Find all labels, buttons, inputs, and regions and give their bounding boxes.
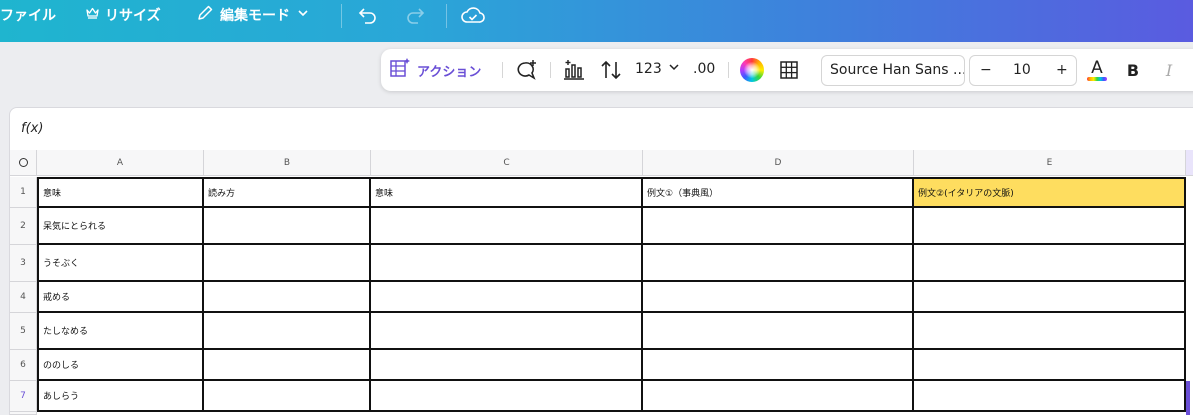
borders-grid-icon[interactable] xyxy=(777,58,801,82)
cell-d7[interactable] xyxy=(643,381,914,412)
header-divider xyxy=(446,4,447,28)
action-button[interactable]: アクション xyxy=(389,57,481,83)
column-header-c[interactable]: C xyxy=(371,150,643,176)
row-header-7[interactable]: 7 xyxy=(10,381,37,412)
italic-button[interactable]: I xyxy=(1157,58,1181,82)
file-menu[interactable]: ファイル xyxy=(0,0,56,30)
cell-c2[interactable] xyxy=(371,208,643,245)
cell-b2[interactable] xyxy=(204,208,371,245)
cell-b4[interactable] xyxy=(204,282,371,313)
cell-c6[interactable] xyxy=(371,350,643,381)
top-header-bar: ファイル リサイズ 編集モード xyxy=(0,0,1193,42)
cell-b6[interactable] xyxy=(204,350,371,381)
cell-b3[interactable] xyxy=(204,245,371,282)
cell-a7[interactable]: あしらう xyxy=(37,381,204,412)
sort-icon[interactable] xyxy=(599,58,623,82)
edit-mode-label: 編集モード xyxy=(220,8,290,24)
cell-c5[interactable] xyxy=(371,313,643,350)
row-header-5[interactable]: 5 xyxy=(10,313,37,350)
font-size-decrease-button[interactable]: − xyxy=(980,62,992,78)
cell-b5[interactable] xyxy=(204,313,371,350)
row-header-1[interactable]: 1 xyxy=(10,177,37,208)
cell-d3[interactable] xyxy=(643,245,914,282)
cell-c3[interactable] xyxy=(371,245,643,282)
chart-add-icon[interactable] xyxy=(562,58,586,82)
cell-e3[interactable] xyxy=(914,245,1186,282)
chevron-down-icon xyxy=(296,6,310,24)
cell-d5[interactable] xyxy=(643,313,914,350)
italic-label: I xyxy=(1165,60,1173,80)
cell-e1[interactable]: 例文②(イタリアの文脈) xyxy=(914,177,1186,208)
edit-mode-dropdown[interactable]: 編集モード xyxy=(196,0,310,30)
formula-label: f(x) xyxy=(21,121,44,136)
cell-e2[interactable] xyxy=(914,208,1186,245)
font-size-value[interactable]: 10 xyxy=(1013,62,1031,78)
circle-icon xyxy=(18,158,28,167)
chevron-down-icon xyxy=(668,61,680,77)
cell-d6[interactable] xyxy=(643,350,914,381)
magic-table-icon xyxy=(389,57,411,83)
cell-b7[interactable] xyxy=(204,381,371,412)
redo-icon[interactable] xyxy=(403,3,427,27)
column-header-b[interactable]: B xyxy=(204,150,371,176)
row-header-2[interactable]: 2 xyxy=(10,208,37,245)
cell-a6[interactable]: ののしる xyxy=(37,350,204,381)
row-header-3[interactable]: 3 xyxy=(10,245,37,282)
color-wheel-icon[interactable] xyxy=(740,58,764,82)
cloud-check-icon[interactable] xyxy=(461,3,485,27)
undo-icon[interactable] xyxy=(356,3,380,27)
cell-e6[interactable] xyxy=(914,350,1186,381)
resize-label: リサイズ xyxy=(105,8,161,24)
cell-c4[interactable] xyxy=(371,282,643,313)
file-menu-label: ファイル xyxy=(0,8,56,24)
row-header-4[interactable]: 4 xyxy=(10,282,37,313)
column-header-a[interactable]: A xyxy=(37,150,204,176)
decimal-label: .00 xyxy=(693,61,716,77)
selection-edge xyxy=(1186,381,1190,415)
text-color-letter: A xyxy=(1091,57,1103,78)
cell-d4[interactable] xyxy=(643,282,914,313)
toolbar-divider xyxy=(550,62,551,78)
action-label: アクション xyxy=(417,64,482,80)
bold-label: B xyxy=(1126,60,1140,80)
bold-button[interactable]: B xyxy=(1121,58,1145,82)
cell-a4[interactable]: 戒める xyxy=(37,282,204,313)
toolbar-divider xyxy=(728,62,729,78)
font-size-increase-button[interactable]: + xyxy=(1056,62,1068,78)
toolbar-divider xyxy=(502,62,503,78)
cell-d1[interactable]: 例文①（事典風） xyxy=(643,177,914,208)
header-divider xyxy=(341,4,342,28)
pencil-icon xyxy=(196,4,214,26)
font-family-label: Source Han Sans ... xyxy=(830,62,965,78)
column-header-e[interactable]: E xyxy=(914,150,1186,176)
column-header-overflow xyxy=(1186,150,1193,176)
crown-icon xyxy=(86,7,99,23)
text-color-swatch xyxy=(1087,76,1107,81)
cell-b1[interactable]: 読み方 xyxy=(204,177,371,208)
column-header-d[interactable]: D xyxy=(643,150,914,176)
text-color-icon[interactable]: A xyxy=(1085,58,1109,82)
cell-e4[interactable] xyxy=(914,282,1186,313)
cell-a1[interactable]: 意味 xyxy=(37,177,204,208)
cell-c1[interactable]: 意味 xyxy=(371,177,643,208)
comment-add-icon[interactable] xyxy=(514,58,538,82)
number-format-label: 123 xyxy=(635,61,662,77)
font-family-selector[interactable]: Source Han Sans ... xyxy=(821,55,965,86)
cell-e5[interactable] xyxy=(914,313,1186,350)
cell-a2[interactable]: 呆気にとられる xyxy=(37,208,204,245)
row-header-6[interactable]: 6 xyxy=(10,350,37,381)
cell-e7[interactable] xyxy=(914,381,1186,412)
decimal-button[interactable]: .00 xyxy=(693,61,715,77)
resize-button[interactable]: リサイズ xyxy=(86,0,161,30)
cell-c7[interactable] xyxy=(371,381,643,412)
cell-d2[interactable] xyxy=(643,208,914,245)
font-size-control[interactable]: − 10 + xyxy=(969,55,1077,86)
cell-a5[interactable]: たしなめる xyxy=(37,313,204,350)
select-all-corner[interactable] xyxy=(10,150,37,176)
number-format-dropdown[interactable]: 123 xyxy=(635,61,680,77)
formatting-toolbar: アクション 123 .00 Source Han Sans ... − 10 +… xyxy=(381,49,1193,91)
cell-a3[interactable]: うそぶく xyxy=(37,245,204,282)
